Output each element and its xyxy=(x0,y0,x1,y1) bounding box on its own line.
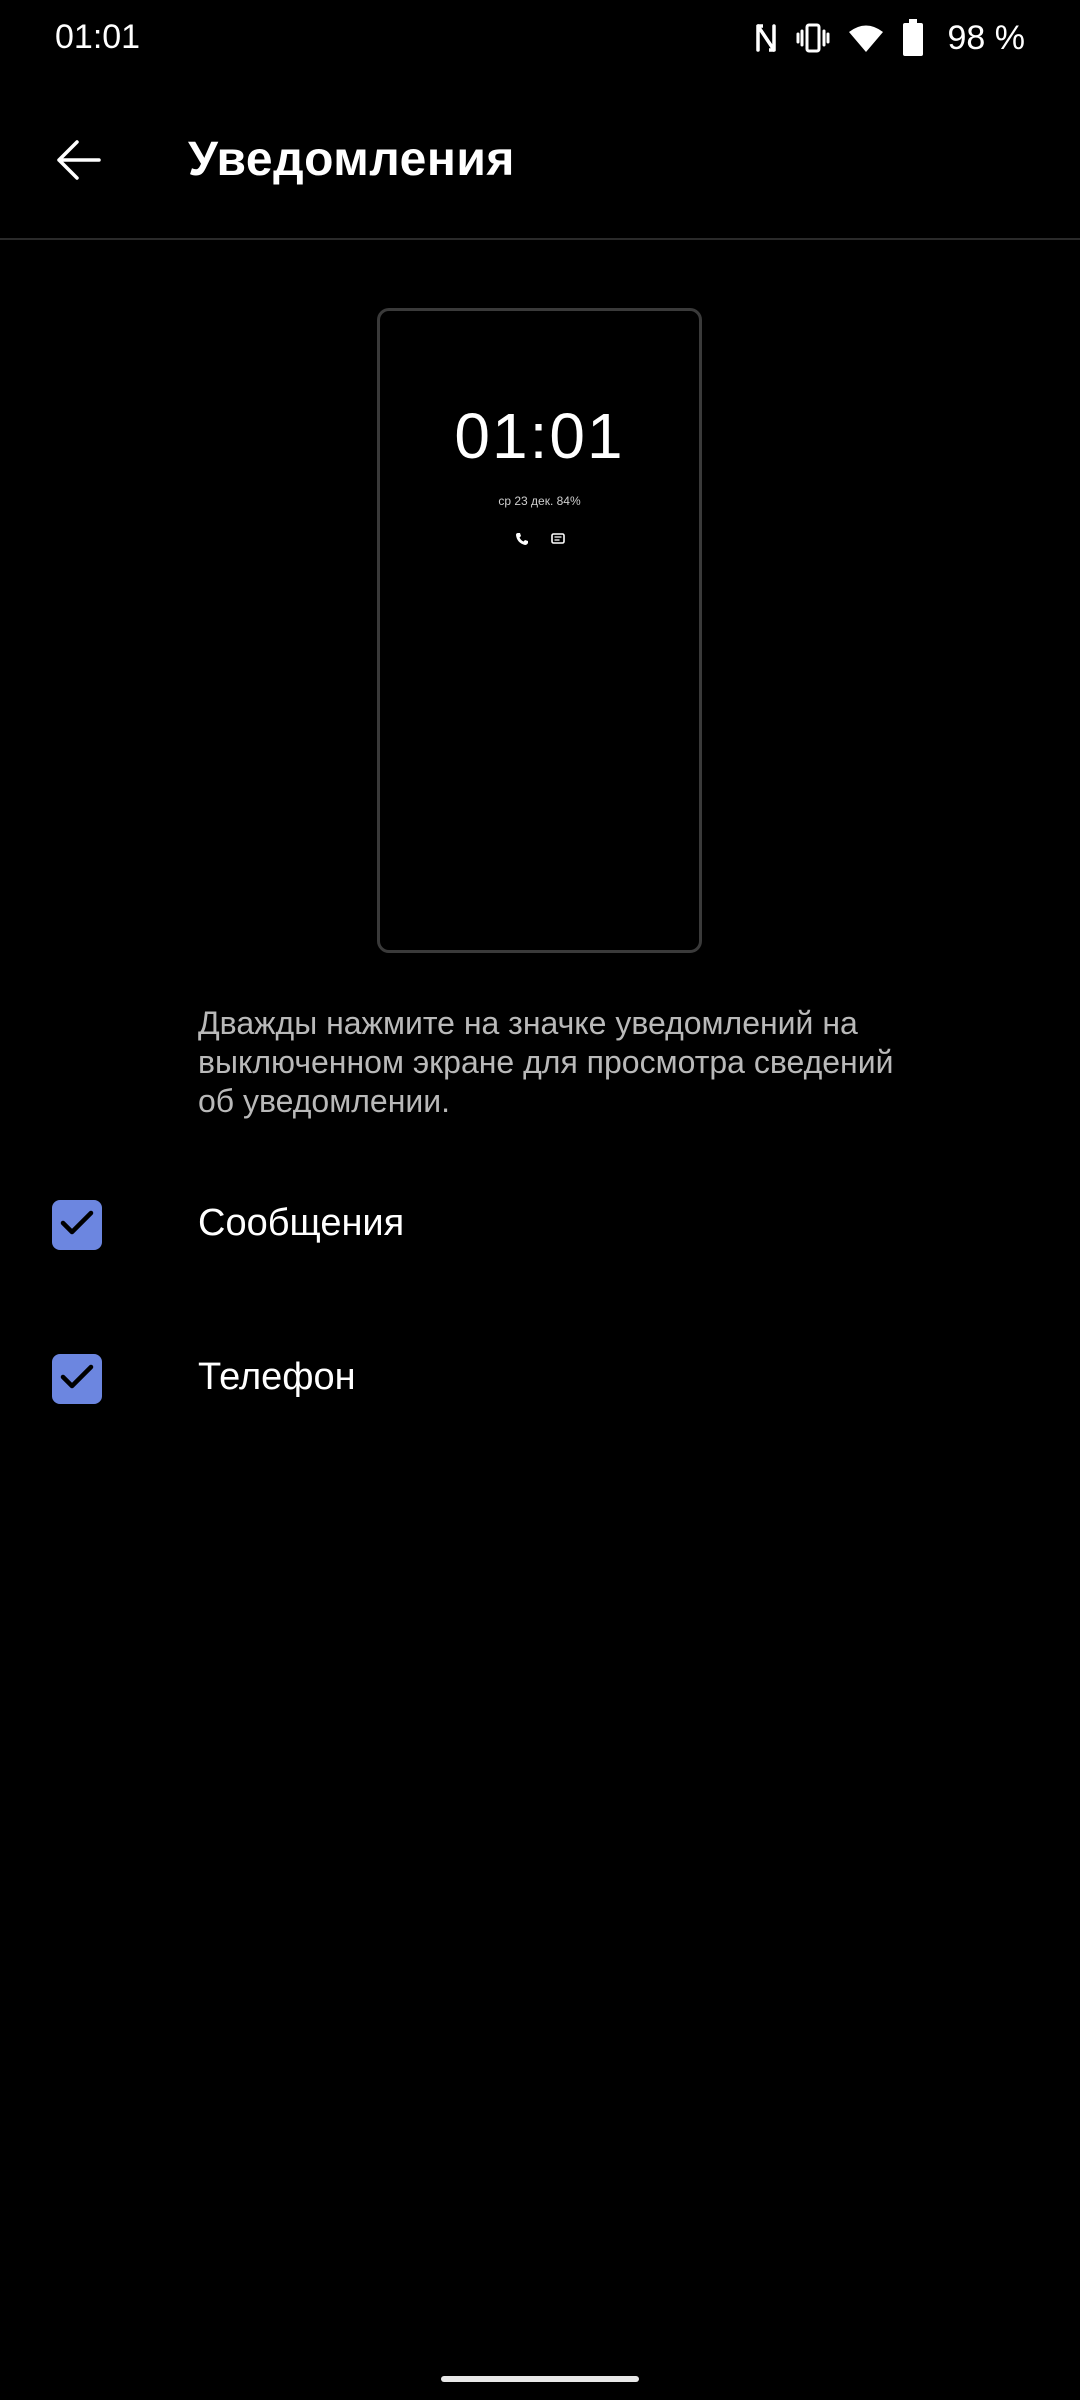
status-time: 01:01 xyxy=(55,18,141,56)
option-phone[interactable]: Телефон xyxy=(0,1304,1080,1454)
wifi-icon xyxy=(848,23,884,53)
vibrate-icon xyxy=(796,21,830,55)
phone-icon xyxy=(515,532,529,551)
messages-label: Сообщения xyxy=(198,1202,405,1244)
option-messages[interactable]: Сообщения xyxy=(0,1150,1080,1300)
checkmark-icon xyxy=(59,1362,95,1397)
battery-icon xyxy=(902,19,924,57)
checkmark-icon xyxy=(59,1208,95,1243)
preview-clock: 01:01 xyxy=(454,400,625,472)
back-button[interactable] xyxy=(40,124,116,200)
phone-checkbox[interactable] xyxy=(52,1354,102,1404)
phone-label: Телефон xyxy=(198,1356,356,1398)
arrow-left-icon xyxy=(53,138,103,187)
battery-percent: 98 % xyxy=(947,18,1026,57)
messages-checkbox[interactable] xyxy=(52,1200,102,1250)
preview-date-battery: ср 23 дек. 84% xyxy=(498,494,581,508)
status-icons: 98 % xyxy=(754,16,1026,60)
nfc-icon xyxy=(754,22,778,54)
status-bar: 01:01 98 % xyxy=(0,0,1080,80)
preview-notification-icons xyxy=(380,532,699,551)
ambient-display-preview: 01:01 ср 23 дек. 84% xyxy=(377,308,702,953)
description-text: Дважды нажмите на значке уведомлений на … xyxy=(198,1005,894,1119)
gesture-nav-handle[interactable] xyxy=(441,2376,639,2382)
app-bar: Уведомления xyxy=(0,80,1080,240)
message-icon xyxy=(550,532,565,551)
page-title: Уведомления xyxy=(188,133,515,186)
